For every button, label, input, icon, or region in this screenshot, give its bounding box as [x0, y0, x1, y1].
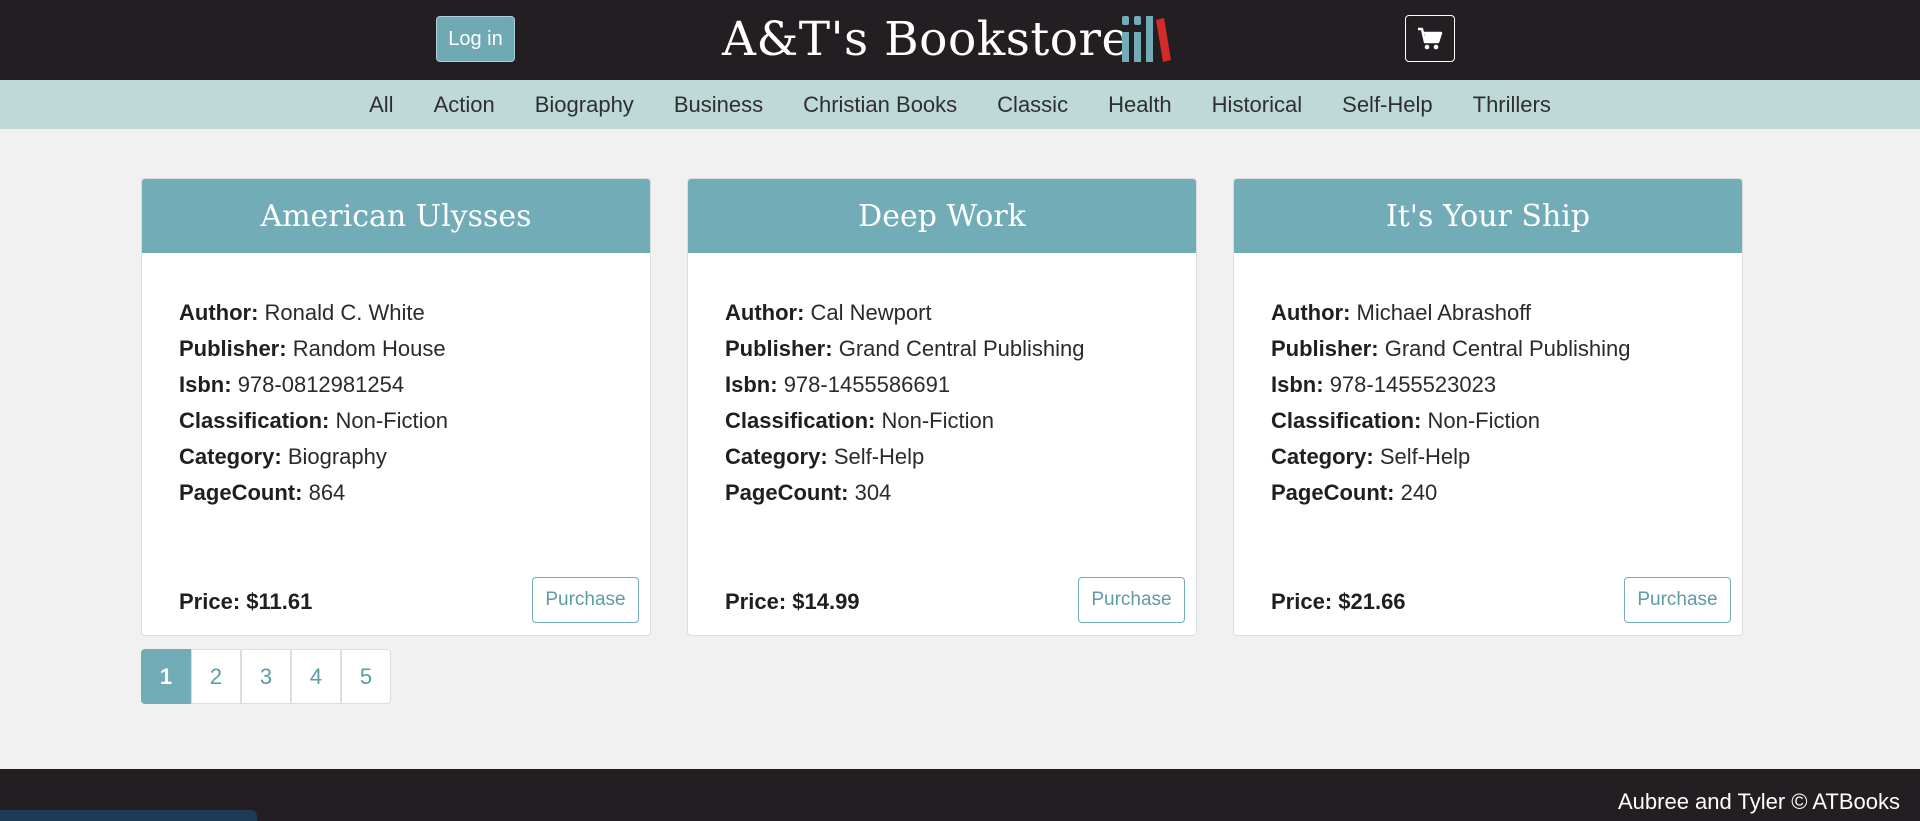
- book-price: Price: $21.66: [1271, 589, 1406, 614]
- publisher-label: Publisher:: [725, 336, 833, 361]
- footer-bar: Aubree and Tyler © ATBooks: [0, 769, 1920, 821]
- category-row: Category: Self-Help: [1271, 439, 1742, 475]
- category-nav: All Action Biography Business Christian …: [0, 80, 1920, 129]
- category-link-biography[interactable]: Biography: [515, 80, 654, 129]
- author-row: Author: Ronald C. White: [179, 295, 650, 331]
- category-label: Category:: [1271, 444, 1374, 469]
- publisher-row: Publisher: Grand Central Publishing: [725, 331, 1196, 367]
- author-value: Michael Abrashoff: [1356, 300, 1532, 325]
- category-value: Self-Help: [1379, 444, 1471, 469]
- purchase-button[interactable]: Purchase: [532, 577, 639, 623]
- category-value: Biography: [287, 444, 387, 469]
- classification-row: Classification: Non-Fiction: [1271, 403, 1742, 439]
- isbn-value: 978-1455523023: [1329, 372, 1497, 397]
- author-value: Cal Newport: [810, 300, 932, 325]
- isbn-value: 978-1455586691: [783, 372, 951, 397]
- book-title: It's Your Ship: [1234, 179, 1742, 253]
- pagination: 1 2 3 4 5: [141, 649, 391, 704]
- cart-button[interactable]: [1405, 15, 1455, 62]
- category-link-thrillers[interactable]: Thrillers: [1453, 80, 1571, 129]
- category-row: Category: Biography: [179, 439, 650, 475]
- pagecount-row: PageCount: 240: [1271, 475, 1742, 511]
- pagecount-value: 240: [1400, 480, 1438, 505]
- author-row: Author: Cal Newport: [725, 295, 1196, 331]
- isbn-label: Isbn:: [179, 372, 232, 397]
- pagecount-row: PageCount: 304: [725, 475, 1196, 511]
- books-icon: [1122, 16, 1171, 62]
- pagecount-value: 864: [308, 480, 346, 505]
- pagecount-row: PageCount: 864: [179, 475, 650, 511]
- publisher-row: Publisher: Random House: [179, 331, 650, 367]
- category-link-historical[interactable]: Historical: [1192, 80, 1322, 129]
- category-link-action[interactable]: Action: [414, 80, 515, 129]
- author-row: Author: Michael Abrashoff: [1271, 295, 1742, 331]
- link-status-tooltip: [0, 810, 257, 821]
- purchase-button[interactable]: Purchase: [1078, 577, 1185, 623]
- author-value: Ronald C. White: [264, 300, 425, 325]
- publisher-value: Random House: [292, 336, 446, 361]
- book-title: Deep Work: [688, 179, 1196, 253]
- classification-label: Classification:: [179, 408, 330, 433]
- publisher-row: Publisher: Grand Central Publishing: [1271, 331, 1742, 367]
- classification-row: Classification: Non-Fiction: [179, 403, 650, 439]
- author-label: Author:: [725, 300, 805, 325]
- publisher-value: Grand Central Publishing: [838, 336, 1085, 361]
- publisher-label: Publisher:: [179, 336, 287, 361]
- category-link-health[interactable]: Health: [1088, 80, 1192, 129]
- page-link-3[interactable]: 3: [241, 649, 291, 704]
- category-label: Category:: [179, 444, 282, 469]
- isbn-label: Isbn:: [1271, 372, 1324, 397]
- page-link-5[interactable]: 5: [341, 649, 391, 704]
- book-title: American Ulysses: [142, 179, 650, 253]
- pagecount-label: PageCount:: [179, 480, 303, 505]
- category-link-classic[interactable]: Classic: [977, 80, 1088, 129]
- classification-value: Non-Fiction: [335, 408, 448, 433]
- isbn-value: 978-0812981254: [237, 372, 405, 397]
- classification-row: Classification: Non-Fiction: [725, 403, 1196, 439]
- classification-label: Classification:: [725, 408, 876, 433]
- pagecount-value: 304: [854, 480, 892, 505]
- book-price: Price: $14.99: [725, 589, 860, 614]
- category-value: Self-Help: [833, 444, 925, 469]
- page-link-2[interactable]: 2: [191, 649, 241, 704]
- category-link-self-help[interactable]: Self-Help: [1322, 80, 1452, 129]
- classification-value: Non-Fiction: [881, 408, 994, 433]
- category-label: Category:: [725, 444, 828, 469]
- pagecount-label: PageCount:: [1271, 480, 1395, 505]
- publisher-value: Grand Central Publishing: [1384, 336, 1631, 361]
- isbn-row: Isbn: 978-1455586691: [725, 367, 1196, 403]
- category-link-business[interactable]: Business: [654, 80, 783, 129]
- category-link-christian-books[interactable]: Christian Books: [783, 80, 977, 129]
- book-card: American Ulysses Author: Ronald C. White…: [141, 178, 651, 636]
- brand-title[interactable]: A&T's Bookstore: [722, 8, 1130, 72]
- isbn-row: Isbn: 978-0812981254: [179, 367, 650, 403]
- isbn-label: Isbn:: [725, 372, 778, 397]
- login-button[interactable]: Log in: [436, 16, 515, 62]
- author-label: Author:: [179, 300, 259, 325]
- footer-copyright: Aubree and Tyler © ATBooks: [1618, 789, 1900, 814]
- classification-label: Classification:: [1271, 408, 1422, 433]
- purchase-button[interactable]: Purchase: [1624, 577, 1731, 623]
- pagecount-label: PageCount:: [725, 480, 849, 505]
- book-card: Deep Work Author: Cal Newport Publisher:…: [687, 178, 1197, 636]
- page-link-1[interactable]: 1: [141, 649, 191, 704]
- category-row: Category: Self-Help: [725, 439, 1196, 475]
- isbn-row: Isbn: 978-1455523023: [1271, 367, 1742, 403]
- author-label: Author:: [1271, 300, 1351, 325]
- classification-value: Non-Fiction: [1427, 408, 1540, 433]
- publisher-label: Publisher:: [1271, 336, 1379, 361]
- top-header-bar: Log in A&T's Bookstore: [0, 0, 1920, 80]
- book-card: It's Your Ship Author: Michael Abrashoff…: [1233, 178, 1743, 636]
- book-price: Price: $11.61: [179, 589, 313, 614]
- shopping-cart-icon: [1418, 27, 1443, 49]
- page-link-4[interactable]: 4: [291, 649, 341, 704]
- category-link-all[interactable]: All: [349, 80, 413, 129]
